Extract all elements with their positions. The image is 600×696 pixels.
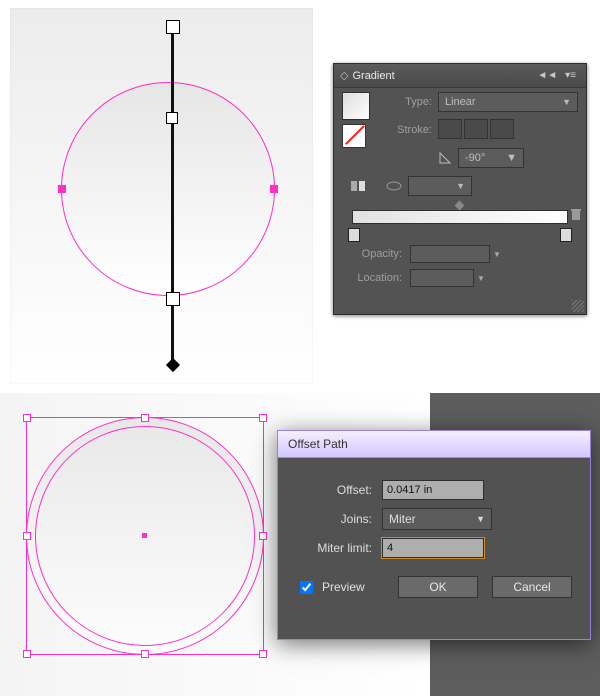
panel-title: Gradient [352,70,394,82]
gradient-origin-diamond[interactable] [166,358,180,372]
offset-input[interactable] [382,480,484,500]
joins-label: Joins: [296,512,372,526]
chevron-down-icon: ▼ [506,152,517,164]
miter-limit-label: Miter limit: [296,541,372,555]
panel-tab-icon: ◇ [340,69,348,82]
gradient-ramp[interactable] [352,210,568,224]
type-value: Linear [445,96,476,108]
cancel-button[interactable]: Cancel [492,576,572,598]
preview-checkbox-input[interactable] [300,581,313,594]
panel-header[interactable]: ◇ Gradient ◄◄ ▾≡ [334,64,586,88]
chevron-down-icon: ▼ [456,181,465,191]
handle-tr[interactable] [259,414,267,422]
panel-menu-icon[interactable]: ▾≡ [561,70,580,81]
handle-b[interactable] [141,650,149,658]
stroke-label: Stroke: [386,124,432,136]
gradient-panel: ◇ Gradient ◄◄ ▾≡ Type: Linear ▼ Stroke: [333,63,587,315]
preview-label: Preview [322,580,365,594]
offset-path-dialog: Offset Path Offset: Joins: Miter ▼ Miter… [277,430,591,640]
gradient-end-stop[interactable] [166,20,180,34]
no-fill-swatch[interactable] [342,124,366,148]
color-stop-left[interactable] [348,228,360,242]
joins-select[interactable]: Miter ▼ [382,508,492,530]
stroke-across-button[interactable] [490,119,514,139]
preview-checkbox[interactable]: Preview [296,578,365,597]
gradient-slider[interactable] [352,210,568,238]
dialog-titlebar[interactable]: Offset Path [278,431,590,458]
reverse-gradient-icon[interactable] [350,179,368,193]
aspect-ratio-icon [386,180,402,192]
handle-bl[interactable] [23,650,31,658]
dialog-title: Offset Path [288,437,348,451]
midpoint-diamond[interactable] [454,201,464,211]
anchor-left[interactable] [58,185,66,193]
handle-l[interactable] [23,532,31,540]
selection-center[interactable] [142,533,147,538]
stroke-along-button[interactable] [464,119,488,139]
panel-collapse-icon[interactable]: ◄◄ [533,70,561,81]
handle-br[interactable] [259,650,267,658]
gradient-annotator[interactable] [168,22,178,368]
gradient-swatch[interactable] [342,92,370,120]
stroke-align-group [438,119,516,142]
handle-t[interactable] [141,414,149,422]
chevron-down-icon: ▼ [493,250,501,259]
opacity-field[interactable] [410,245,490,263]
chevron-down-icon: ▼ [477,274,485,283]
artboard-top [10,8,313,384]
stroke-within-button[interactable] [438,119,462,139]
selection-bounding-box[interactable] [26,417,264,655]
chevron-down-icon: ▼ [476,514,485,524]
aspect-field[interactable]: ▼ [408,176,472,196]
anchor-right[interactable] [270,185,278,193]
location-field[interactable] [410,269,474,287]
trash-icon[interactable] [570,208,582,222]
gradient-bar [171,22,174,368]
miter-limit-input[interactable] [382,538,484,558]
joins-value: Miter [389,512,416,526]
offset-label: Offset: [296,483,372,497]
gradient-start-stop[interactable] [166,292,180,306]
panel-resize-handle[interactable] [572,300,584,312]
opacity-label: Opacity: [342,248,402,260]
color-stop-right[interactable] [560,228,572,242]
angle-icon [438,151,452,165]
ok-button[interactable]: OK [398,576,478,598]
gradient-mid-handle[interactable] [166,112,178,124]
location-label: Location: [342,272,402,284]
handle-r[interactable] [259,532,267,540]
angle-field[interactable]: -90° ▼ [458,148,524,168]
angle-value: -90° [465,152,485,164]
type-select[interactable]: Linear ▼ [438,92,578,112]
handle-tl[interactable] [23,414,31,422]
chevron-down-icon: ▼ [562,97,571,107]
type-label: Type: [386,96,432,108]
